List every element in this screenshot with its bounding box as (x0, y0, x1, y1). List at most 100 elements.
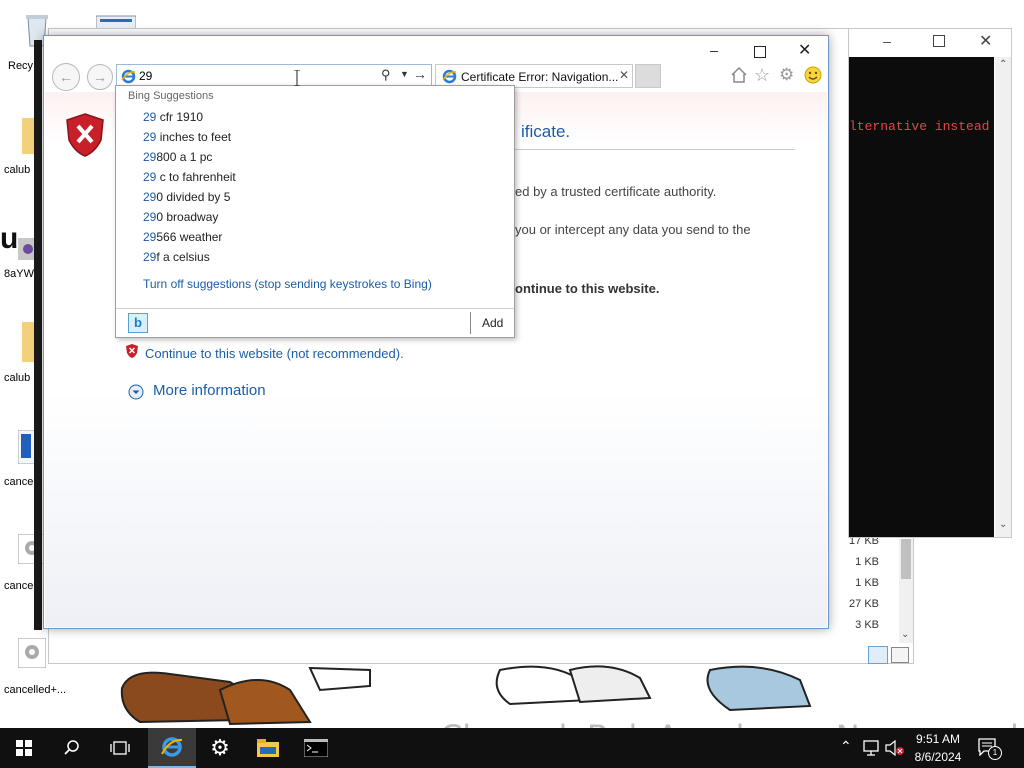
add-provider-button[interactable]: Add (482, 316, 503, 330)
suggestion-match: 29 (143, 210, 157, 224)
tab-close-icon[interactable]: ✕ (619, 68, 629, 82)
continue-link[interactable]: Continue to this website (not recommende… (145, 346, 404, 361)
notification-count-badge: 1 (988, 746, 1002, 760)
suggestion-rest: f a celsius (156, 250, 210, 264)
gear-file-icon[interactable] (17, 637, 48, 669)
suggestion-rest: inches to feet (156, 130, 232, 144)
notification-center-button[interactable]: 1 (978, 738, 1002, 760)
maximize-button[interactable] (754, 46, 766, 58)
search-icon[interactable]: ⚲ (381, 67, 391, 83)
console-scrollbar[interactable]: ⌃ ⌄ (995, 57, 1011, 537)
suggestion-item[interactable]: 29 cfr 1910 (143, 107, 203, 127)
dropdown-footer-divider (116, 308, 514, 309)
suggestion-item[interactable]: 29566 weather (143, 227, 222, 247)
console-output-line: lternative instead (849, 119, 990, 134)
suggestion-rest: 566 weather (156, 230, 223, 244)
suggestion-match: 29 (143, 170, 157, 184)
minimize-button[interactable]: – (704, 42, 724, 58)
file-size: 1 KB (855, 556, 879, 568)
ie-logo-icon (161, 737, 183, 757)
favorites-star-icon[interactable]: ☆ (754, 65, 770, 86)
taskbar: ⚙ ⌃ 9:51 AM 8/6/2024 1 (0, 728, 1024, 768)
suggestion-item[interactable]: 290 broadway (143, 207, 218, 227)
desktop-icon-label: calub (4, 372, 31, 384)
suggestion-item[interactable]: 29f a celsius (143, 247, 210, 267)
bing-provider-icon[interactable]: b (128, 313, 148, 333)
close-button[interactable]: ✕ (798, 40, 811, 60)
volume-muted-icon[interactable] (885, 739, 905, 759)
home-icon[interactable] (730, 66, 748, 87)
suggestion-item[interactable]: 29800 a 1 pc (143, 147, 212, 167)
heading-divider (515, 149, 795, 150)
taskbar-command-prompt[interactable] (292, 728, 340, 768)
console-window[interactable]: – ✕ lternative instead ⌃ ⌄ (848, 28, 1012, 538)
turn-off-suggestions-link[interactable]: Turn off suggestions (stop sending keyst… (143, 277, 432, 291)
scroll-down-icon[interactable]: ⌄ (901, 629, 909, 640)
console-output-area[interactable]: lternative instead (849, 57, 994, 537)
search-suggestions-dropdown[interactable]: Bing Suggestions 29 cfr 1910 29 inches t… (115, 85, 515, 338)
suggestion-match: 29 (143, 230, 157, 244)
desktop-icon-label: 8aYW (4, 268, 34, 280)
explorer-scrollbar[interactable]: ⌄ (899, 539, 913, 643)
scroll-up-icon[interactable]: ⌃ (999, 59, 1007, 70)
task-view-button[interactable] (96, 728, 144, 768)
scrollbar-thumb[interactable] (901, 539, 911, 579)
clock-time[interactable]: 9:51 AM (906, 732, 970, 746)
clock-date[interactable]: 8/6/2024 (906, 750, 970, 764)
suggestion-rest: cfr 1910 (156, 110, 204, 124)
page-heading: ificate. (521, 122, 571, 141)
network-icon[interactable] (862, 740, 880, 759)
terminal-icon (304, 739, 328, 757)
suggestion-item[interactable]: 290 divided by 5 (143, 187, 230, 207)
search-icon (64, 740, 79, 755)
text-cursor-icon (294, 69, 300, 87)
windows-logo-icon (16, 740, 32, 756)
expand-circle-icon[interactable] (128, 384, 144, 403)
forward-button[interactable]: → (87, 64, 113, 90)
suggestion-match: 29 (143, 250, 157, 264)
taskbar-settings[interactable]: ⚙ (196, 728, 244, 768)
tab-title: Certificate Error: Navigation... (461, 70, 619, 84)
address-input[interactable] (139, 68, 369, 84)
taskbar-file-explorer[interactable] (244, 728, 292, 768)
page-body-line: ed by a trusted certificate authority. (515, 184, 717, 199)
details-view-button[interactable] (868, 646, 888, 664)
small-shield-icon (125, 343, 139, 362)
large-icons-view-button[interactable] (891, 647, 909, 663)
file-size: 3 KB (855, 619, 879, 631)
show-hidden-icons-button[interactable]: ⌃ (840, 738, 852, 755)
gear-icon: ⚙ (210, 735, 230, 760)
more-information-link[interactable]: More information (153, 382, 266, 399)
suggestion-match: 29 (143, 190, 157, 204)
desktop-icon-label: cance (4, 476, 34, 488)
search-button[interactable] (48, 728, 96, 768)
new-tab-button[interactable] (635, 64, 661, 88)
suggestion-item[interactable]: 29 c to fahrenheit (143, 167, 236, 187)
suggestion-match: 29 (143, 130, 157, 144)
large-text-fragment: u (0, 222, 19, 255)
start-button[interactable] (0, 728, 48, 768)
suggestion-rest: c to fahrenheit (156, 170, 236, 184)
maximize-button[interactable] (933, 35, 945, 47)
file-size: 17 KB (849, 535, 879, 547)
close-button[interactable]: ✕ (979, 31, 992, 51)
suggestion-rest: 0 broadway (156, 210, 219, 224)
desktop-icon-label: cancelled+... (4, 684, 67, 696)
smiley-icon[interactable] (804, 66, 822, 87)
suggestion-rest: 0 divided by 5 (156, 190, 231, 204)
suggestion-item[interactable]: 29 inches to feet (143, 127, 231, 147)
chevron-down-icon[interactable]: ▼ (400, 69, 409, 79)
back-button[interactable]: ← (52, 63, 80, 91)
suggestion-match: 29 (143, 150, 157, 164)
minimize-button[interactable]: – (877, 33, 897, 51)
taskbar-internet-explorer[interactable] (148, 728, 196, 768)
file-size: 27 KB (849, 598, 879, 610)
file-size-column: 17 KB 1 KB 1 KB 27 KB 3 KB (839, 535, 879, 640)
footer-separator (470, 312, 471, 334)
go-arrow-icon[interactable]: → (413, 66, 427, 82)
gear-icon[interactable]: ⚙ (779, 65, 794, 85)
suggestions-header: Bing Suggestions (128, 90, 214, 102)
folder-icon (257, 739, 279, 757)
task-view-icon (110, 741, 130, 755)
scroll-down-icon[interactable]: ⌄ (999, 519, 1007, 530)
